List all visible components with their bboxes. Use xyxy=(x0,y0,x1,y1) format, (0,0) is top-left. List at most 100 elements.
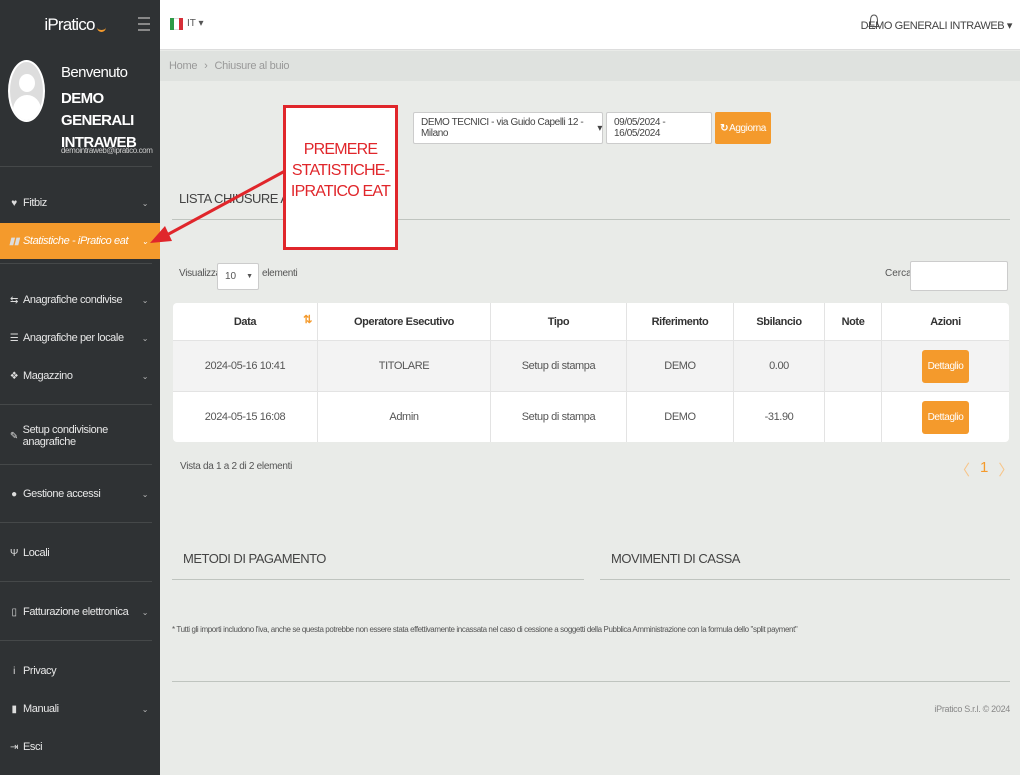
sidebar-item-statistiche[interactable]: ▮▮ Statistiche - iPratico eat ⌄ xyxy=(0,223,160,259)
date-range-input[interactable]: 09/05/2024 - 16/05/2024 xyxy=(606,112,712,144)
bar-chart-icon: ▮▮ xyxy=(8,235,20,247)
annotation-line: PREMERE xyxy=(303,141,378,158)
page-length-select[interactable]: 10 ▼ xyxy=(217,263,259,290)
italian-flag-icon[interactable] xyxy=(170,18,183,30)
user-name: DEMO GENERALI INTRAWEB xyxy=(61,90,137,151)
closures-table: Data ⇅ Operatore Esecutivo Tipo Riferimen… xyxy=(173,303,1009,442)
cell-operator: Admin xyxy=(318,392,491,442)
user-email: demointraweb@ipratico.com xyxy=(61,146,153,155)
cell-note xyxy=(825,341,882,391)
cubes-icon: ❖ xyxy=(9,370,19,382)
chevron-down-icon: ⌄ xyxy=(141,489,149,499)
col-note[interactable]: Note xyxy=(825,303,882,340)
col-riferimento[interactable]: Riferimento xyxy=(627,303,734,340)
brand-area: iPratico xyxy=(0,0,160,50)
col-sbilancio[interactable]: Sbilancio xyxy=(734,303,825,340)
cell-balance: -31.90 xyxy=(734,392,825,442)
table-info: Vista da 1 a 2 di 2 elementi xyxy=(180,461,293,472)
info-icon: i xyxy=(13,665,15,677)
file-icon: ▯ xyxy=(11,606,17,618)
chevron-down-icon: ⌄ xyxy=(141,371,149,381)
sidebar-item-anagrafiche-locale[interactable]: ☰ Anagrafiche per locale ⌄ xyxy=(0,320,160,356)
sidebar-item-anagrafiche-condivise[interactable]: ⇆ Anagrafiche condivise ⌄ xyxy=(0,282,160,318)
sidebar-item-fitbiz[interactable]: ♥ Fitbiz ⌄ xyxy=(0,185,160,221)
chevron-down-icon: ⌄ xyxy=(141,295,149,305)
cell-ref: DEMO xyxy=(627,341,734,391)
col-tipo[interactable]: Tipo xyxy=(491,303,627,340)
language-selector[interactable]: IT ▾ xyxy=(187,18,204,29)
sort-icon[interactable]: ⇅ xyxy=(303,313,312,326)
users-icon: ● xyxy=(11,488,17,500)
table-row: 2024-05-16 10:41 TITOLARE Setup di stamp… xyxy=(173,341,1009,392)
search-input[interactable] xyxy=(910,261,1008,291)
sign-out-icon: ⇥ xyxy=(10,741,18,753)
divider xyxy=(0,464,152,465)
cash-underline xyxy=(600,579,1010,580)
col-azioni: Azioni xyxy=(930,315,961,328)
sidebar-item-setup-condivisione[interactable]: ✎ Setup condivisione anagrafiche xyxy=(0,418,160,454)
exchange-icon: ⇆ xyxy=(10,294,18,306)
annotation-line: STATISTICHE- xyxy=(291,162,390,179)
divider xyxy=(0,166,152,167)
sidebar-item-fatturazione[interactable]: ▯ Fatturazione elettronica ⌄ xyxy=(0,594,160,630)
breadcrumb-home[interactable]: Home xyxy=(169,60,197,72)
next-page-icon[interactable]: 〉 xyxy=(998,459,1013,480)
chevron-down-icon: ⌄ xyxy=(141,607,149,617)
shop-select[interactable]: DEMO TECNICI - via Guido Capelli 12 - Mi… xyxy=(413,112,603,144)
sidebar-item-esci[interactable]: ⇥ Esci xyxy=(0,729,160,765)
col-operatore[interactable]: Operatore Esecutivo xyxy=(318,303,491,340)
sidebar-item-magazzino[interactable]: ❖ Magazzino ⌄ xyxy=(0,358,160,394)
chevron-down-icon: ▼ xyxy=(246,273,253,280)
col-data[interactable]: Data ⇅ xyxy=(173,303,318,340)
cell-balance: 0.00 xyxy=(734,341,825,391)
show-label: Visualizza xyxy=(179,268,221,279)
annotation-callout: PREMERE STATISTICHE- IPRATICO EAT xyxy=(283,105,398,250)
heart-icon: ♥ xyxy=(11,197,17,209)
chevron-down-icon: ⌄ xyxy=(141,333,149,343)
book-icon: ▮ xyxy=(11,703,17,715)
user-menu[interactable]: DEMO GENERALI INTRAWEB ▾ xyxy=(861,19,1013,32)
payments-title: METODI DI PAGAMENTO xyxy=(183,551,326,566)
footnote: * Tutti gli importi includono l'iva, anc… xyxy=(172,625,798,634)
divider xyxy=(0,640,152,641)
sidebar-item-privacy[interactable]: i Privacy xyxy=(0,653,160,689)
cell-date: 2024-05-16 10:41 xyxy=(173,341,318,391)
divider xyxy=(0,263,152,264)
detail-button[interactable]: Dettaglio xyxy=(922,400,969,434)
prev-page-icon[interactable]: 〈 xyxy=(955,459,970,480)
refresh-icon: ↻ xyxy=(720,122,729,134)
hamburger-menu-icon[interactable] xyxy=(138,17,150,31)
table-row: 2024-05-15 16:08 Admin Setup di stampa D… xyxy=(173,392,1009,442)
cell-ref: DEMO xyxy=(627,392,734,442)
logo[interactable]: iPratico xyxy=(44,15,106,35)
table-header: Data ⇅ Operatore Esecutivo Tipo Riferimen… xyxy=(173,303,1009,341)
copyright: iPratico S.r.l. © 2024 xyxy=(934,704,1010,714)
cell-actions: Dettaglio xyxy=(882,341,1009,391)
welcome-text: Benvenuto xyxy=(61,64,128,81)
cell-note xyxy=(825,392,882,442)
cell-operator: TITOLARE xyxy=(318,341,491,391)
breadcrumb-current: Chiusure al buio xyxy=(214,60,290,72)
sidebar-item-locali[interactable]: Ψ Locali xyxy=(0,535,160,571)
user-profile: Benvenuto DEMO GENERALI INTRAWEB demoint… xyxy=(0,50,160,166)
annotation-line: IPRATICO EAT xyxy=(290,183,391,200)
page-number[interactable]: 1 xyxy=(980,459,988,480)
detail-button[interactable]: Dettaglio xyxy=(922,349,969,383)
footer-divider xyxy=(172,681,1010,682)
pagination: 〈 1 〉 xyxy=(955,459,1013,480)
breadcrumb-separator: › xyxy=(204,60,208,72)
cutlery-icon: Ψ xyxy=(10,547,18,559)
sidebar-item-manuali[interactable]: ▮ Manuali ⌄ xyxy=(0,691,160,727)
divider xyxy=(0,581,152,582)
chevron-down-icon: ⌄ xyxy=(141,198,149,208)
topbar: IT ▾ DEMO GENERALI INTRAWEB ▾ xyxy=(160,0,1020,50)
sidebar: iPratico Benvenuto DEMO GENERALI INTRAWE… xyxy=(0,0,160,775)
sidebar-item-gestione-accessi[interactable]: ● Gestione accessi ⌄ xyxy=(0,476,160,512)
wrench-icon: ✎ xyxy=(9,430,18,442)
cell-actions: Dettaglio xyxy=(882,392,1009,442)
cell-type: Setup di stampa xyxy=(491,392,627,442)
cell-type: Setup di stampa xyxy=(491,341,627,391)
cash-movements-title: MOVIMENTI DI CASSA xyxy=(611,551,740,566)
refresh-button[interactable]: ↻ Aggiorna xyxy=(715,112,771,144)
chevron-down-icon: ⌄ xyxy=(141,704,149,714)
